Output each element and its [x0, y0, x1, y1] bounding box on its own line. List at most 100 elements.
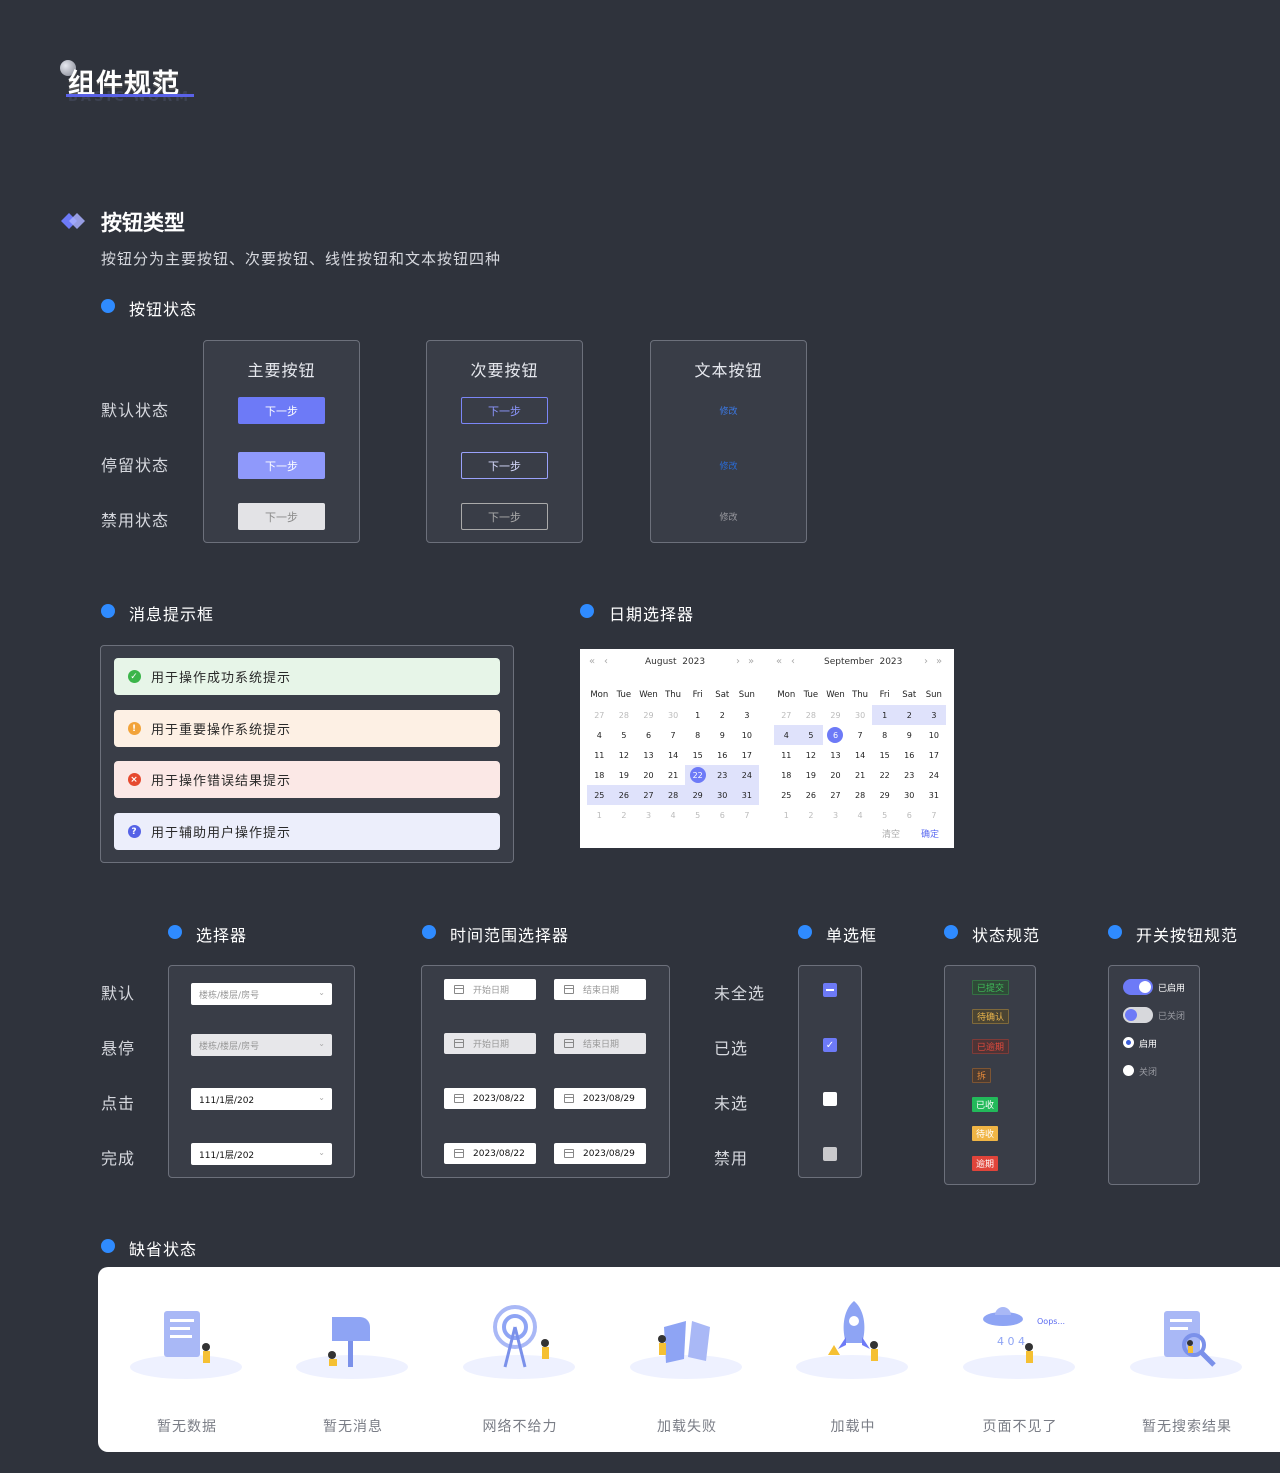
- calendar-day[interactable]: 3: [921, 705, 947, 725]
- calendar-day[interactable]: 15: [685, 745, 710, 765]
- calendar-day[interactable]: 3: [823, 805, 848, 825]
- calendar-day[interactable]: 18: [774, 765, 799, 785]
- calendar-day[interactable]: 5: [685, 805, 710, 825]
- calendar-day[interactable]: 14: [848, 745, 873, 765]
- cascade-select-hover[interactable]: 楼栋/楼层/房号 ⌄: [191, 1034, 332, 1056]
- calendar-day[interactable]: 4: [774, 725, 799, 745]
- calendar-day[interactable]: 28: [848, 785, 873, 805]
- calendar-day[interactable]: 1: [872, 705, 897, 725]
- calendar-day[interactable]: 26: [799, 785, 824, 805]
- calendar-day[interactable]: 4: [848, 805, 873, 825]
- calendar-day[interactable]: 3: [636, 805, 661, 825]
- calendar-day[interactable]: 22: [872, 765, 897, 785]
- end-date-input[interactable]: 2023/08/29: [554, 1088, 646, 1109]
- calendar-day[interactable]: 31: [922, 785, 947, 805]
- calendar-day[interactable]: 11: [587, 745, 612, 765]
- calendar-day[interactable]: 17: [735, 745, 760, 765]
- calendar-day[interactable]: 12: [612, 745, 637, 765]
- calendar-day[interactable]: 5: [612, 725, 637, 745]
- calendar-day[interactable]: 6: [710, 805, 735, 825]
- edit-link-default[interactable]: 修改: [685, 397, 772, 424]
- start-date-input[interactable]: 开始日期: [444, 1033, 536, 1054]
- toggle-switch-on[interactable]: [1123, 979, 1153, 995]
- calendar-day[interactable]: 4: [587, 725, 612, 745]
- calendar-day[interactable]: 9: [710, 725, 735, 745]
- prev-month-icon[interactable]: ‹: [604, 656, 608, 667]
- calendar-day[interactable]: 29: [685, 785, 710, 805]
- calendar-day[interactable]: 24: [922, 765, 947, 785]
- calendar-day[interactable]: 27: [587, 705, 612, 725]
- cascade-select-done[interactable]: 111/1层/202 ⌄: [191, 1143, 332, 1165]
- calendar-day[interactable]: 12: [799, 745, 824, 765]
- calendar-day[interactable]: 27: [774, 705, 799, 725]
- end-date-input[interactable]: 2023/08/29: [554, 1143, 646, 1164]
- calendar-day[interactable]: 11: [774, 745, 799, 765]
- toggle-switch-off[interactable]: [1123, 1007, 1153, 1023]
- calendar-day[interactable]: 19: [799, 765, 824, 785]
- calendar-day[interactable]: 1: [685, 705, 710, 725]
- confirm-button[interactable]: 确定: [921, 827, 939, 840]
- clear-button[interactable]: 清空: [882, 827, 900, 840]
- calendar-day[interactable]: 30: [709, 785, 735, 805]
- calendar-day[interactable]: 20: [823, 765, 848, 785]
- next-button-disabled[interactable]: 下一步: [238, 503, 325, 530]
- calendar-day[interactable]: 7: [661, 725, 686, 745]
- calendar-day[interactable]: 20: [636, 765, 661, 785]
- calendar-day[interactable]: 1: [587, 805, 612, 825]
- checkbox-unchecked[interactable]: [823, 1092, 837, 1106]
- calendar-day[interactable]: 27: [823, 785, 848, 805]
- edit-link-hover[interactable]: 修改: [685, 452, 772, 479]
- prev-year-icon[interactable]: «: [589, 656, 595, 667]
- calendar-day[interactable]: 13: [823, 745, 848, 765]
- calendar-day[interactable]: 7: [848, 725, 873, 745]
- calendar-day[interactable]: 26: [611, 785, 637, 805]
- end-date-input[interactable]: 结束日期: [554, 979, 646, 1000]
- calendar-day[interactable]: 25: [587, 785, 612, 805]
- next-button-hover[interactable]: 下一步: [238, 452, 325, 479]
- calendar-day[interactable]: 28: [660, 785, 686, 805]
- prev-year-icon[interactable]: «: [776, 656, 782, 667]
- calendar-day[interactable]: 9: [897, 725, 922, 745]
- next-year-icon[interactable]: »: [936, 656, 942, 667]
- calendar-day[interactable]: 30: [848, 705, 873, 725]
- radio-unselected[interactable]: [1123, 1065, 1134, 1076]
- calendar-day[interactable]: 27: [636, 785, 661, 805]
- calendar-day[interactable]: 23: [709, 765, 735, 785]
- edit-link-disabled[interactable]: 修改: [685, 503, 772, 530]
- calendar-day[interactable]: 5: [798, 725, 824, 745]
- next-year-icon[interactable]: »: [748, 656, 754, 667]
- calendar-day[interactable]: 8: [685, 725, 710, 745]
- start-date-input[interactable]: 2023/08/22: [444, 1143, 536, 1164]
- calendar-day[interactable]: 4: [661, 805, 686, 825]
- start-date-input[interactable]: 2023/08/22: [444, 1088, 536, 1109]
- radio-selected[interactable]: [1123, 1037, 1134, 1048]
- next-month-icon[interactable]: ›: [736, 656, 740, 667]
- next-button-hover[interactable]: 下一步: [461, 452, 548, 479]
- start-date-input[interactable]: 开始日期: [444, 979, 536, 1000]
- end-date-input[interactable]: 结束日期: [554, 1033, 646, 1054]
- calendar-day[interactable]: 1: [774, 805, 799, 825]
- next-button-disabled[interactable]: 下一步: [461, 503, 548, 530]
- calendar-day[interactable]: 3: [735, 705, 760, 725]
- prev-month-icon[interactable]: ‹: [791, 656, 795, 667]
- calendar-day[interactable]: 29: [823, 705, 848, 725]
- next-button-default[interactable]: 下一步: [461, 397, 548, 424]
- calendar-day[interactable]: 7: [922, 805, 947, 825]
- calendar-day[interactable]: 2: [896, 705, 922, 725]
- calendar-day[interactable]: 25: [774, 785, 799, 805]
- calendar-day[interactable]: 18: [587, 765, 612, 785]
- calendar-day[interactable]: 6: [823, 725, 848, 745]
- calendar-day[interactable]: 22: [685, 765, 710, 785]
- next-button-default[interactable]: 下一步: [238, 397, 325, 424]
- calendar-day[interactable]: 6: [636, 725, 661, 745]
- calendar-day[interactable]: 13: [636, 745, 661, 765]
- cascade-select-active[interactable]: 111/1层/202 ⌄: [191, 1088, 332, 1110]
- calendar-day[interactable]: 29: [872, 785, 897, 805]
- calendar-day[interactable]: 10: [922, 725, 947, 745]
- calendar-day[interactable]: 5: [872, 805, 897, 825]
- calendar-day[interactable]: 2: [710, 705, 735, 725]
- calendar-day[interactable]: 19: [612, 765, 637, 785]
- cascade-select-default[interactable]: 楼栋/楼层/房号 ⌄: [191, 983, 332, 1005]
- checkbox-disabled[interactable]: [823, 1147, 837, 1161]
- calendar-day[interactable]: 17: [922, 745, 947, 765]
